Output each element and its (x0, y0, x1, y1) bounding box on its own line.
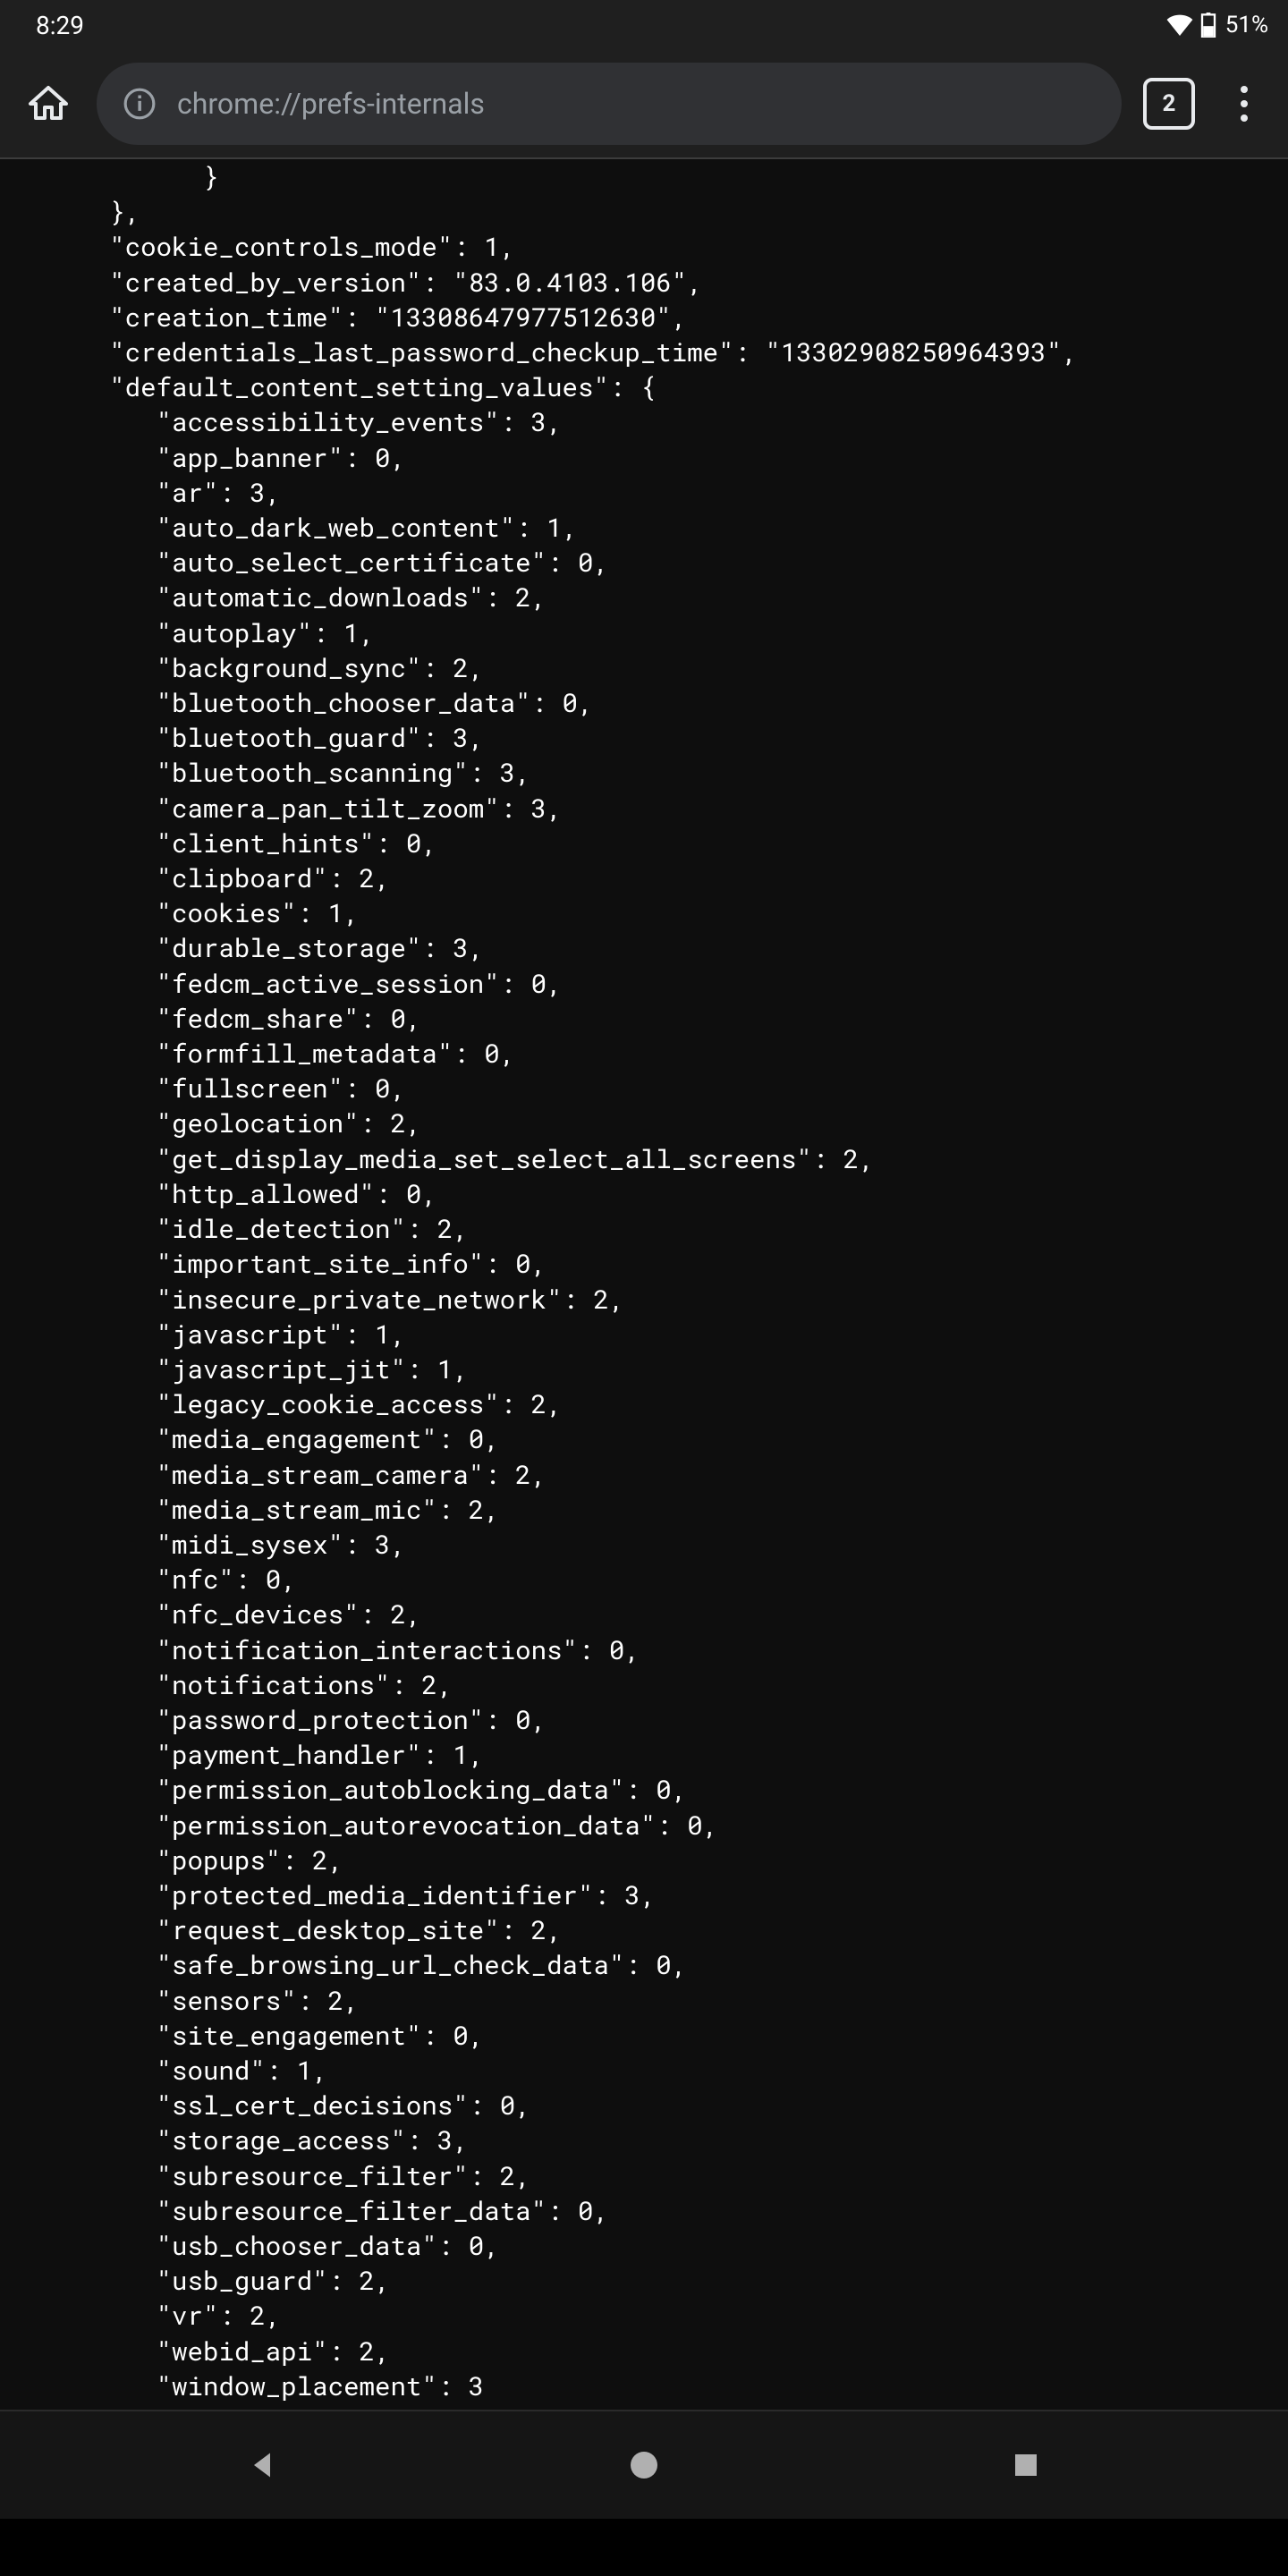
page-info-icon[interactable] (122, 86, 157, 122)
status-right: 51% (1166, 12, 1268, 38)
more-menu-icon (1241, 100, 1248, 107)
battery-icon (1200, 13, 1216, 38)
omnibox[interactable]: chrome://prefs-internals (97, 63, 1122, 145)
system-nav-bar (0, 2411, 1288, 2519)
nav-recents-button[interactable] (999, 2438, 1053, 2492)
status-clock: 8:29 (36, 11, 84, 40)
status-bar: 8:29 51% (0, 0, 1288, 50)
page-content[interactable]: } }, "cookie_controls_mode": 1, "created… (0, 159, 1288, 2410)
url-text: chrome://prefs-internals (177, 87, 485, 121)
battery-percentage: 51% (1225, 12, 1268, 38)
json-dump: } }, "cookie_controls_mode": 1, "created… (0, 159, 1288, 2410)
nav-back-button[interactable] (235, 2438, 289, 2492)
nav-home-button[interactable] (617, 2438, 671, 2492)
more-menu-button[interactable] (1225, 80, 1263, 128)
more-menu-icon (1241, 114, 1248, 122)
browser-toolbar: chrome://prefs-internals 2 (0, 50, 1288, 157)
tab-count: 2 (1163, 90, 1176, 117)
wifi-icon (1166, 14, 1193, 36)
more-menu-icon (1241, 86, 1248, 93)
tab-switcher-button[interactable]: 2 (1143, 78, 1195, 130)
home-button[interactable] (21, 77, 75, 131)
